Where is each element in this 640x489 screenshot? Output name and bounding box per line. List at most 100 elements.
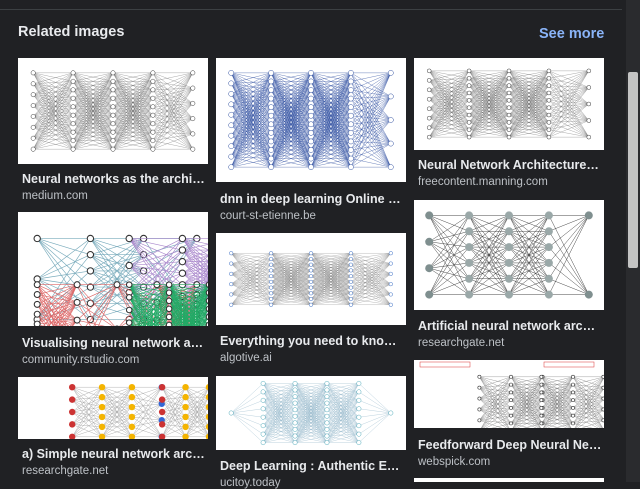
neuron-node (477, 375, 478, 379)
neuron-node (539, 383, 540, 386)
image-result-card[interactable]: Feedforward Deep Neural Netw... webspick… (414, 360, 605, 472)
neuron-node (348, 70, 354, 76)
image-result-card[interactable]: Everything you need to know ab... algoti… (216, 233, 407, 368)
section-title: Related images (18, 24, 125, 40)
image-source[interactable]: ucitoy.today (220, 477, 281, 489)
neuron-node (387, 164, 394, 170)
partial-image-thumbnail[interactable] (414, 478, 604, 482)
neuron-node (348, 268, 353, 273)
network-diagram-thumbnail[interactable] (414, 200, 604, 310)
image-source[interactable]: researchgate.net (418, 337, 504, 349)
network-diagram-thumbnail[interactable] (18, 212, 208, 326)
image-title[interactable]: Feedforward Deep Neural Netw... (418, 438, 602, 452)
image-title[interactable]: Visualising neural network arch... (22, 336, 206, 350)
neuron-node (190, 131, 196, 137)
image-result-card[interactable]: Neural Network Architectures - ... freec… (414, 58, 605, 194)
neuron-node (70, 70, 76, 76)
neuron-node (425, 237, 434, 246)
network-diagram-thumbnail[interactable] (216, 376, 406, 450)
image-title[interactable]: Neural networks as the archite... (22, 172, 206, 186)
neuron-node (506, 68, 512, 74)
image-source[interactable]: medium.com (22, 190, 88, 202)
neuron-node (158, 421, 166, 428)
image-title[interactable]: a) Simple neural network archit... (22, 447, 206, 461)
image-result-card[interactable]: Artificial neural network archite... res… (414, 200, 605, 352)
neuron-node (30, 146, 36, 152)
image-source[interactable]: freecontent.manning.com (418, 176, 548, 188)
neuron-node (546, 105, 552, 110)
neuron-node (292, 387, 298, 393)
image-title[interactable]: Everything you need to know ab... (220, 334, 404, 348)
neuron-node (426, 68, 432, 74)
image-title[interactable]: Artificial neural network archite... (418, 319, 602, 333)
network-diagram-thumbnail[interactable] (216, 58, 406, 182)
neuron-node (73, 281, 81, 289)
image-result-card[interactable]: Visualising neural network arch... commu… (18, 212, 209, 368)
image-source[interactable]: researchgate.net (22, 465, 108, 477)
neuron-node (348, 130, 354, 136)
neuron-node (388, 251, 393, 256)
neuron-node (30, 135, 36, 141)
neuron-node (308, 251, 314, 256)
image-source[interactable]: community.rstudio.com (22, 354, 139, 366)
neuron-node (182, 393, 189, 401)
neuron-node (70, 104, 76, 110)
network-diagram-thumbnail[interactable] (414, 360, 604, 428)
neuron-node (466, 105, 472, 110)
network-diagram-thumbnail[interactable] (18, 58, 208, 164)
neuron-node (387, 93, 394, 100)
neuron-node (228, 164, 235, 170)
neuron-node (206, 314, 208, 319)
neuron-node (348, 279, 353, 284)
scrollbar-thumb[interactable] (628, 72, 638, 268)
neuron-node (150, 138, 156, 144)
neuron-node (477, 408, 478, 411)
neuron-node (544, 227, 553, 236)
neuron-node (292, 413, 298, 419)
image-title[interactable]: dnn in deep learning Online Sal... (220, 192, 404, 206)
neuron-node (348, 164, 354, 170)
neuron-node (206, 290, 208, 295)
neuron-node (167, 321, 171, 322)
neuron-node (586, 134, 592, 140)
network-diagram-thumbnail[interactable] (216, 233, 406, 325)
image-title[interactable]: Deep Learning : Authentic Expl... (220, 459, 404, 473)
neuron-node (125, 319, 133, 322)
image-result-card[interactable]: Deep Learning : Authentic Expl... ucitoy… (216, 376, 407, 489)
neuron-node (158, 408, 166, 416)
neuron-node (150, 104, 156, 110)
neuron-node (86, 234, 95, 243)
neuron-node (505, 243, 513, 252)
neuron-node (98, 383, 106, 391)
see-more-link[interactable]: See more (539, 26, 604, 42)
neuron-node (86, 267, 94, 270)
neuron-node (571, 422, 574, 425)
image-title[interactable]: Neural Network Architectures - ... (418, 158, 602, 172)
image-source[interactable]: algotive.ai (220, 352, 272, 364)
neuron-node (544, 290, 553, 299)
neuron-node (260, 380, 266, 386)
image-result-card[interactable]: Neural networks as the archite... medium… (18, 58, 209, 208)
neuron-node (70, 146, 76, 152)
neuron-node (477, 419, 478, 422)
network-diagram-thumbnail[interactable] (18, 377, 208, 439)
neuron-node (586, 85, 592, 90)
neuron-node (165, 313, 173, 321)
neuron-node (466, 98, 472, 103)
neuron-node (110, 121, 116, 127)
neuron-node (150, 95, 156, 101)
neuron-node (506, 127, 512, 133)
neuron-node (268, 78, 274, 85)
neuron-node (356, 440, 362, 446)
neuron-node (571, 383, 574, 386)
image-source[interactable]: court-st-etienne.be (220, 210, 316, 222)
network-diagram-thumbnail[interactable] (414, 58, 604, 150)
neuron-node (178, 257, 187, 266)
neuron-node (324, 426, 330, 432)
neuron-node (268, 155, 274, 162)
image-result-card[interactable]: dnn in deep learning Online Sal... court… (216, 58, 407, 228)
neuron-node (308, 279, 314, 284)
image-source[interactable]: webspick.com (418, 456, 490, 468)
image-result-card[interactable]: a) Simple neural network archit... resea… (18, 377, 209, 482)
neuron-node (388, 271, 393, 276)
